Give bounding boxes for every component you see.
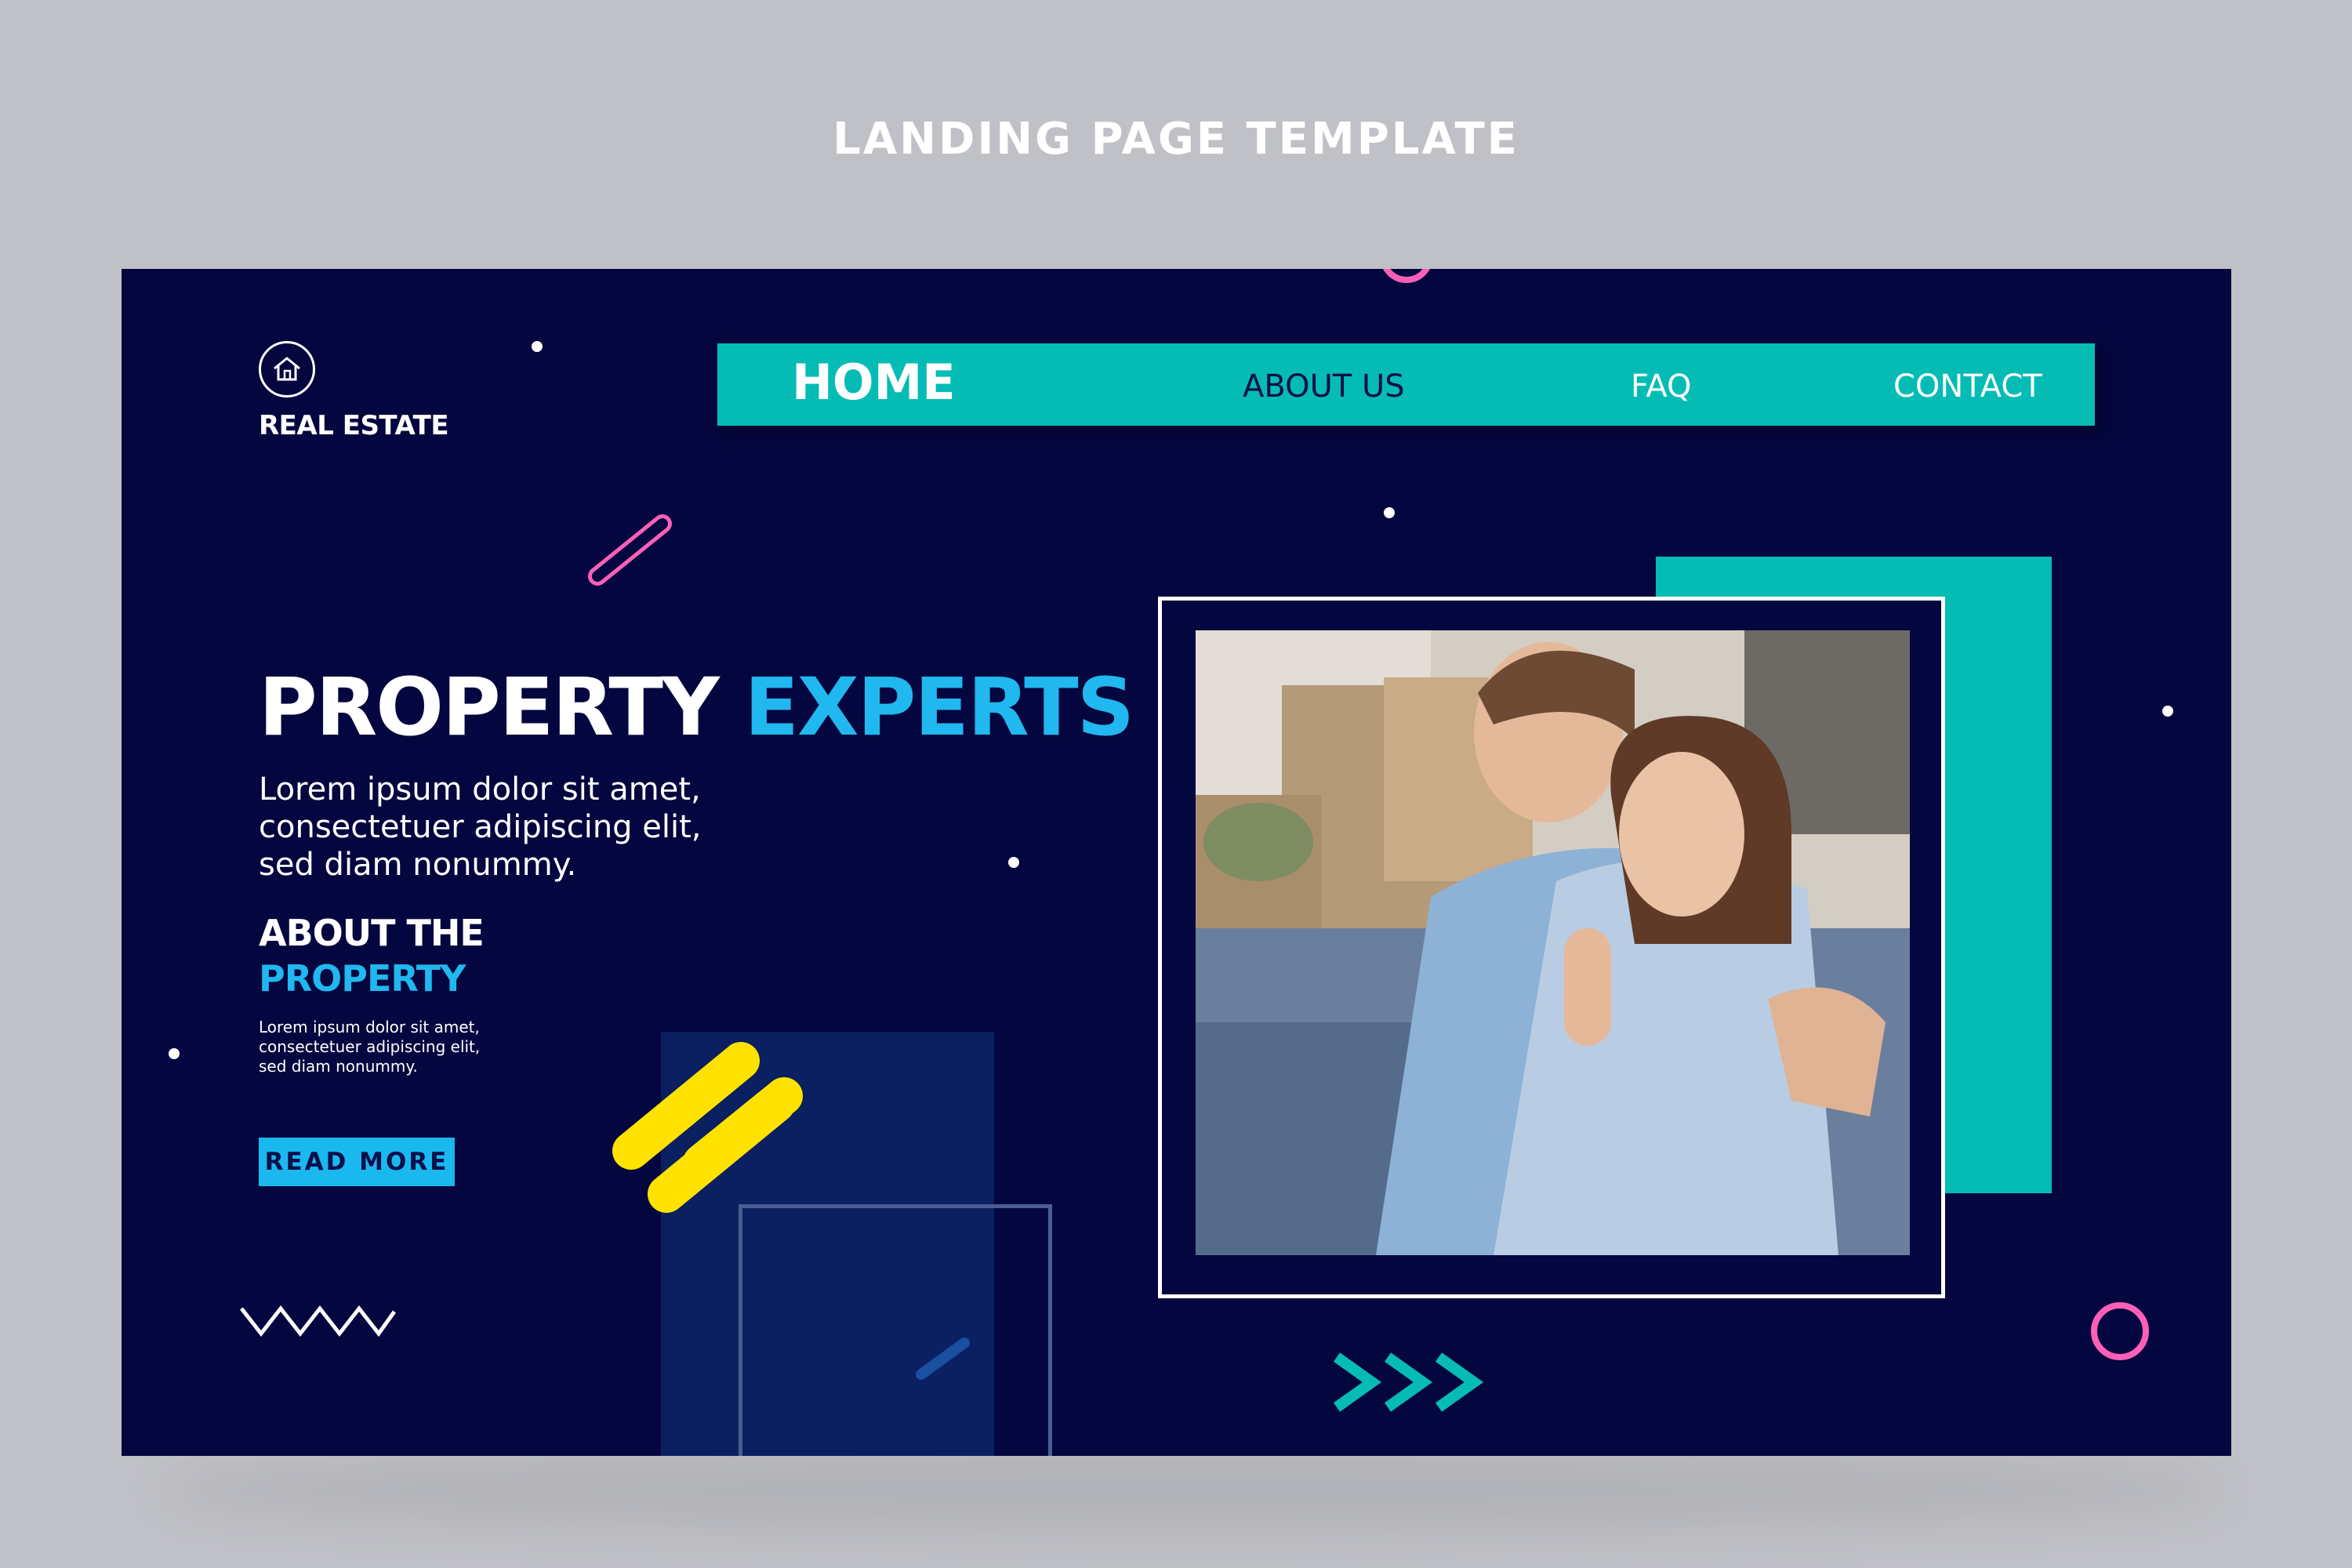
couple-photo — [1196, 630, 1910, 1255]
landing-card: REAL ESTATE HOME ABOUT US FAQ CONTACT PR… — [122, 269, 2231, 1456]
hero-title-part2: EXPERTS — [744, 661, 1134, 754]
nav-contact[interactable]: CONTACT — [1893, 343, 2042, 426]
card-shadow — [157, 1450, 2227, 1529]
page-title: LANDING PAGE TEMPLATE — [833, 114, 1519, 165]
decor-pink-ring-bottom — [2091, 1302, 2149, 1360]
about-heading-line2: PROPERTY — [259, 957, 466, 1000]
decor-dot — [2162, 706, 2173, 717]
hero-title-part1: PROPERTY — [259, 661, 720, 754]
decor-pink-ring-top — [1380, 269, 1433, 283]
hero-title: PROPERTY EXPERTS — [259, 661, 1134, 754]
decor-slash-icon — [916, 1338, 970, 1380]
nav-faq[interactable]: FAQ — [1631, 343, 1691, 426]
hero-description-line: Lorem ipsum dolor sit amet, — [259, 771, 701, 808]
decor-dot — [1008, 857, 1019, 868]
nav-about-us[interactable]: ABOUT US — [1243, 343, 1405, 426]
about-description-line: Lorem ipsum dolor sit amet, — [259, 1018, 480, 1036]
nav-home[interactable]: HOME — [792, 343, 956, 426]
decor-yellow-strokes-icon — [612, 1042, 803, 1213]
logo-badge[interactable] — [259, 341, 315, 397]
couple-photo-illustration — [1196, 630, 1910, 1255]
decor-pink-capsule-icon — [588, 514, 672, 586]
about-heading-line1: ABOUT THE — [259, 912, 485, 954]
hero-description-line: sed diam nonummy. — [259, 847, 577, 883]
logo-text: REAL ESTATE — [259, 410, 449, 441]
nav-bar: HOME ABOUT US FAQ CONTACT — [717, 343, 2095, 426]
about-description: Lorem ipsum dolor sit amet, consectetuer… — [259, 1018, 525, 1076]
decor-zigzag-icon — [240, 1305, 397, 1338]
decor-dot — [532, 341, 543, 352]
decor-dot — [1384, 507, 1395, 518]
decor-dot — [169, 1048, 180, 1059]
hero-description: Lorem ipsum dolor sit amet, consectetuer… — [259, 771, 760, 884]
hero-description-line: consectetuer adipiscing elit, — [259, 809, 702, 845]
about-description-line: consectetuer adipiscing elit, — [259, 1037, 481, 1056]
decor-chevrons-icon — [1333, 1352, 1484, 1412]
read-more-button[interactable]: READ MORE — [259, 1138, 455, 1186]
house-icon — [274, 357, 300, 381]
about-description-line: sed diam nonummy. — [259, 1057, 418, 1076]
